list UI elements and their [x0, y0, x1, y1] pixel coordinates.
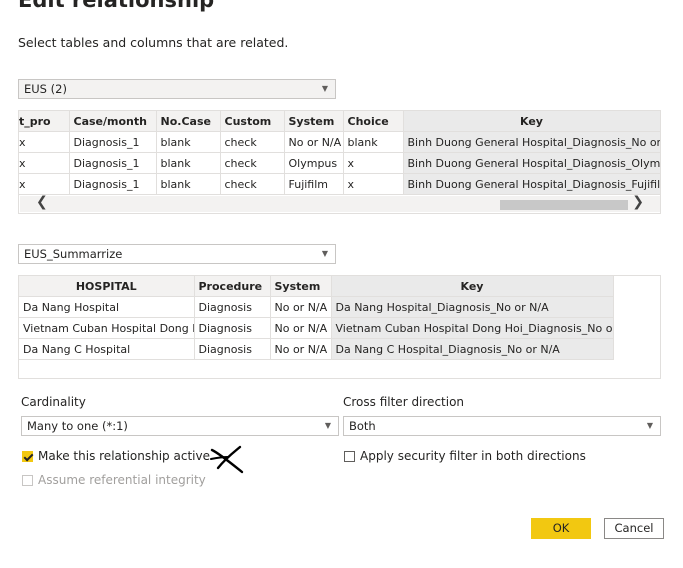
- table2-col-header[interactable]: Key: [331, 276, 614, 297]
- cross-filter-select[interactable]: Both ▼: [343, 416, 661, 436]
- table-cell: Fujifilm: [284, 173, 344, 195]
- cardinality-label: Cardinality: [21, 395, 86, 409]
- table-cell: Olympus: [284, 152, 344, 174]
- ok-button[interactable]: OK: [531, 518, 591, 539]
- chevron-down-icon: ▼: [321, 84, 328, 93]
- table-cell: x: [343, 173, 404, 195]
- chevron-right-icon[interactable]: ❯: [632, 194, 644, 210]
- table-cell: No or N/A: [270, 338, 332, 360]
- dialog-subtitle: Select tables and columns that are relat…: [18, 35, 289, 50]
- table2-select[interactable]: EUS_Summarrize ▼: [18, 244, 336, 264]
- table-cell: Diagnosis_1: [69, 152, 157, 174]
- active-checkbox[interactable]: [22, 451, 33, 462]
- table-cell: blank: [156, 131, 221, 153]
- table-cell: Vietnam Cuban Hospital Dong Hoi: [19, 317, 195, 339]
- table-cell: Da Nang C Hospital: [19, 338, 195, 360]
- table-cell: check: [220, 131, 285, 153]
- table1-col-header[interactable]: No.Case: [156, 111, 221, 132]
- table-cell: blank: [343, 131, 404, 153]
- cardinality-value: Many to one (*:1): [27, 419, 128, 433]
- table-row: Vietnam Cuban Hospital Dong Hoi Diagnosi…: [19, 317, 614, 339]
- chevron-left-icon[interactable]: ❮: [36, 194, 48, 210]
- table1-grid[interactable]: t_pro Case/month No.Case Custom System C…: [18, 110, 661, 214]
- table1-col-header[interactable]: System: [284, 111, 344, 132]
- table-row: x Diagnosis_1 blank check Olympus x Binh…: [19, 152, 660, 174]
- table-row: x Diagnosis_1 blank check No or N/A blan…: [19, 131, 660, 153]
- table-row: Da Nang C Hospital Diagnosis No or N/A D…: [19, 338, 614, 360]
- table1-header-row: t_pro Case/month No.Case Custom System C…: [19, 111, 660, 132]
- table1-col-header[interactable]: Choice: [343, 111, 404, 132]
- table-cell: Binh Duong General Hospital_Diagnosis_Fu…: [403, 173, 660, 195]
- table-cell: Vietnam Cuban Hospital Dong Hoi_Diagnosi…: [331, 317, 614, 339]
- cross-filter-label: Cross filter direction: [343, 395, 465, 409]
- table-cell: blank: [156, 173, 221, 195]
- active-checkbox-label[interactable]: Make this relationship active: [38, 449, 210, 463]
- table2-col-header[interactable]: Procedure: [194, 276, 271, 297]
- table1-col-header[interactable]: Custom: [220, 111, 285, 132]
- chevron-down-icon: ▼: [321, 249, 328, 258]
- table-cell: x: [19, 173, 70, 195]
- table-cell: Da Nang Hospital_Diagnosis_No or N/A: [331, 296, 614, 318]
- horizontal-scrollbar[interactable]: ❮ ❯: [20, 194, 660, 212]
- chevron-down-icon: ▼: [324, 421, 331, 430]
- handwritten-x-mark: [210, 445, 244, 474]
- table2-select-value: EUS_Summarrize: [24, 247, 123, 261]
- table-cell: x: [19, 152, 70, 174]
- table-cell: Diagnosis_1: [69, 131, 157, 153]
- table-cell: Da Nang C Hospital_Diagnosis_No or N/A: [331, 338, 614, 360]
- cardinality-select[interactable]: Many to one (*:1) ▼: [21, 416, 339, 436]
- table-row: Da Nang Hospital Diagnosis No or N/A Da …: [19, 296, 614, 318]
- table-cell: x: [343, 152, 404, 174]
- table2-grid[interactable]: HOSPITAL Procedure System Key Da Nang Ho…: [18, 275, 661, 379]
- cross-filter-value: Both: [349, 419, 376, 433]
- table-cell: check: [220, 173, 285, 195]
- table1-select[interactable]: EUS (2) ▼: [18, 79, 336, 99]
- table1-col-header[interactable]: Key: [403, 111, 660, 132]
- table2-col-header[interactable]: System: [270, 276, 332, 297]
- table-cell: Diagnosis_1: [69, 173, 157, 195]
- table-row: x Diagnosis_1 blank check Fujifilm x Bin…: [19, 173, 660, 195]
- table-cell: Diagnosis: [194, 338, 271, 360]
- table-cell: Binh Duong General Hospital_Diagnosis_No…: [403, 131, 660, 153]
- cancel-button[interactable]: Cancel: [604, 518, 664, 539]
- scrollbar-thumb[interactable]: [500, 200, 628, 210]
- table1-select-value: EUS (2): [24, 82, 67, 96]
- table-cell: Binh Duong General Hospital_Diagnosis_Ol…: [403, 152, 660, 174]
- security-filter-checkbox[interactable]: [344, 451, 355, 462]
- table2-header-row: HOSPITAL Procedure System Key: [19, 276, 614, 297]
- table-cell: Diagnosis: [194, 296, 271, 318]
- referential-integrity-label: Assume referential integrity: [38, 473, 206, 487]
- table2-col-header[interactable]: HOSPITAL: [19, 276, 195, 297]
- table-cell: x: [19, 131, 70, 153]
- table1-col-header[interactable]: Case/month: [69, 111, 157, 132]
- table-cell: check: [220, 152, 285, 174]
- table-cell: Diagnosis: [194, 317, 271, 339]
- referential-integrity-checkbox[interactable]: [22, 475, 33, 486]
- table-cell: Da Nang Hospital: [19, 296, 195, 318]
- dialog-title: Edit relationship: [18, 0, 215, 12]
- table-cell: No or N/A: [270, 296, 332, 318]
- table-cell: blank: [156, 152, 221, 174]
- table1-col-header[interactable]: t_pro: [19, 111, 70, 132]
- security-filter-label[interactable]: Apply security filter in both directions: [360, 449, 586, 463]
- table-cell: No or N/A: [270, 317, 332, 339]
- chevron-down-icon: ▼: [646, 421, 653, 430]
- table-cell: No or N/A: [284, 131, 344, 153]
